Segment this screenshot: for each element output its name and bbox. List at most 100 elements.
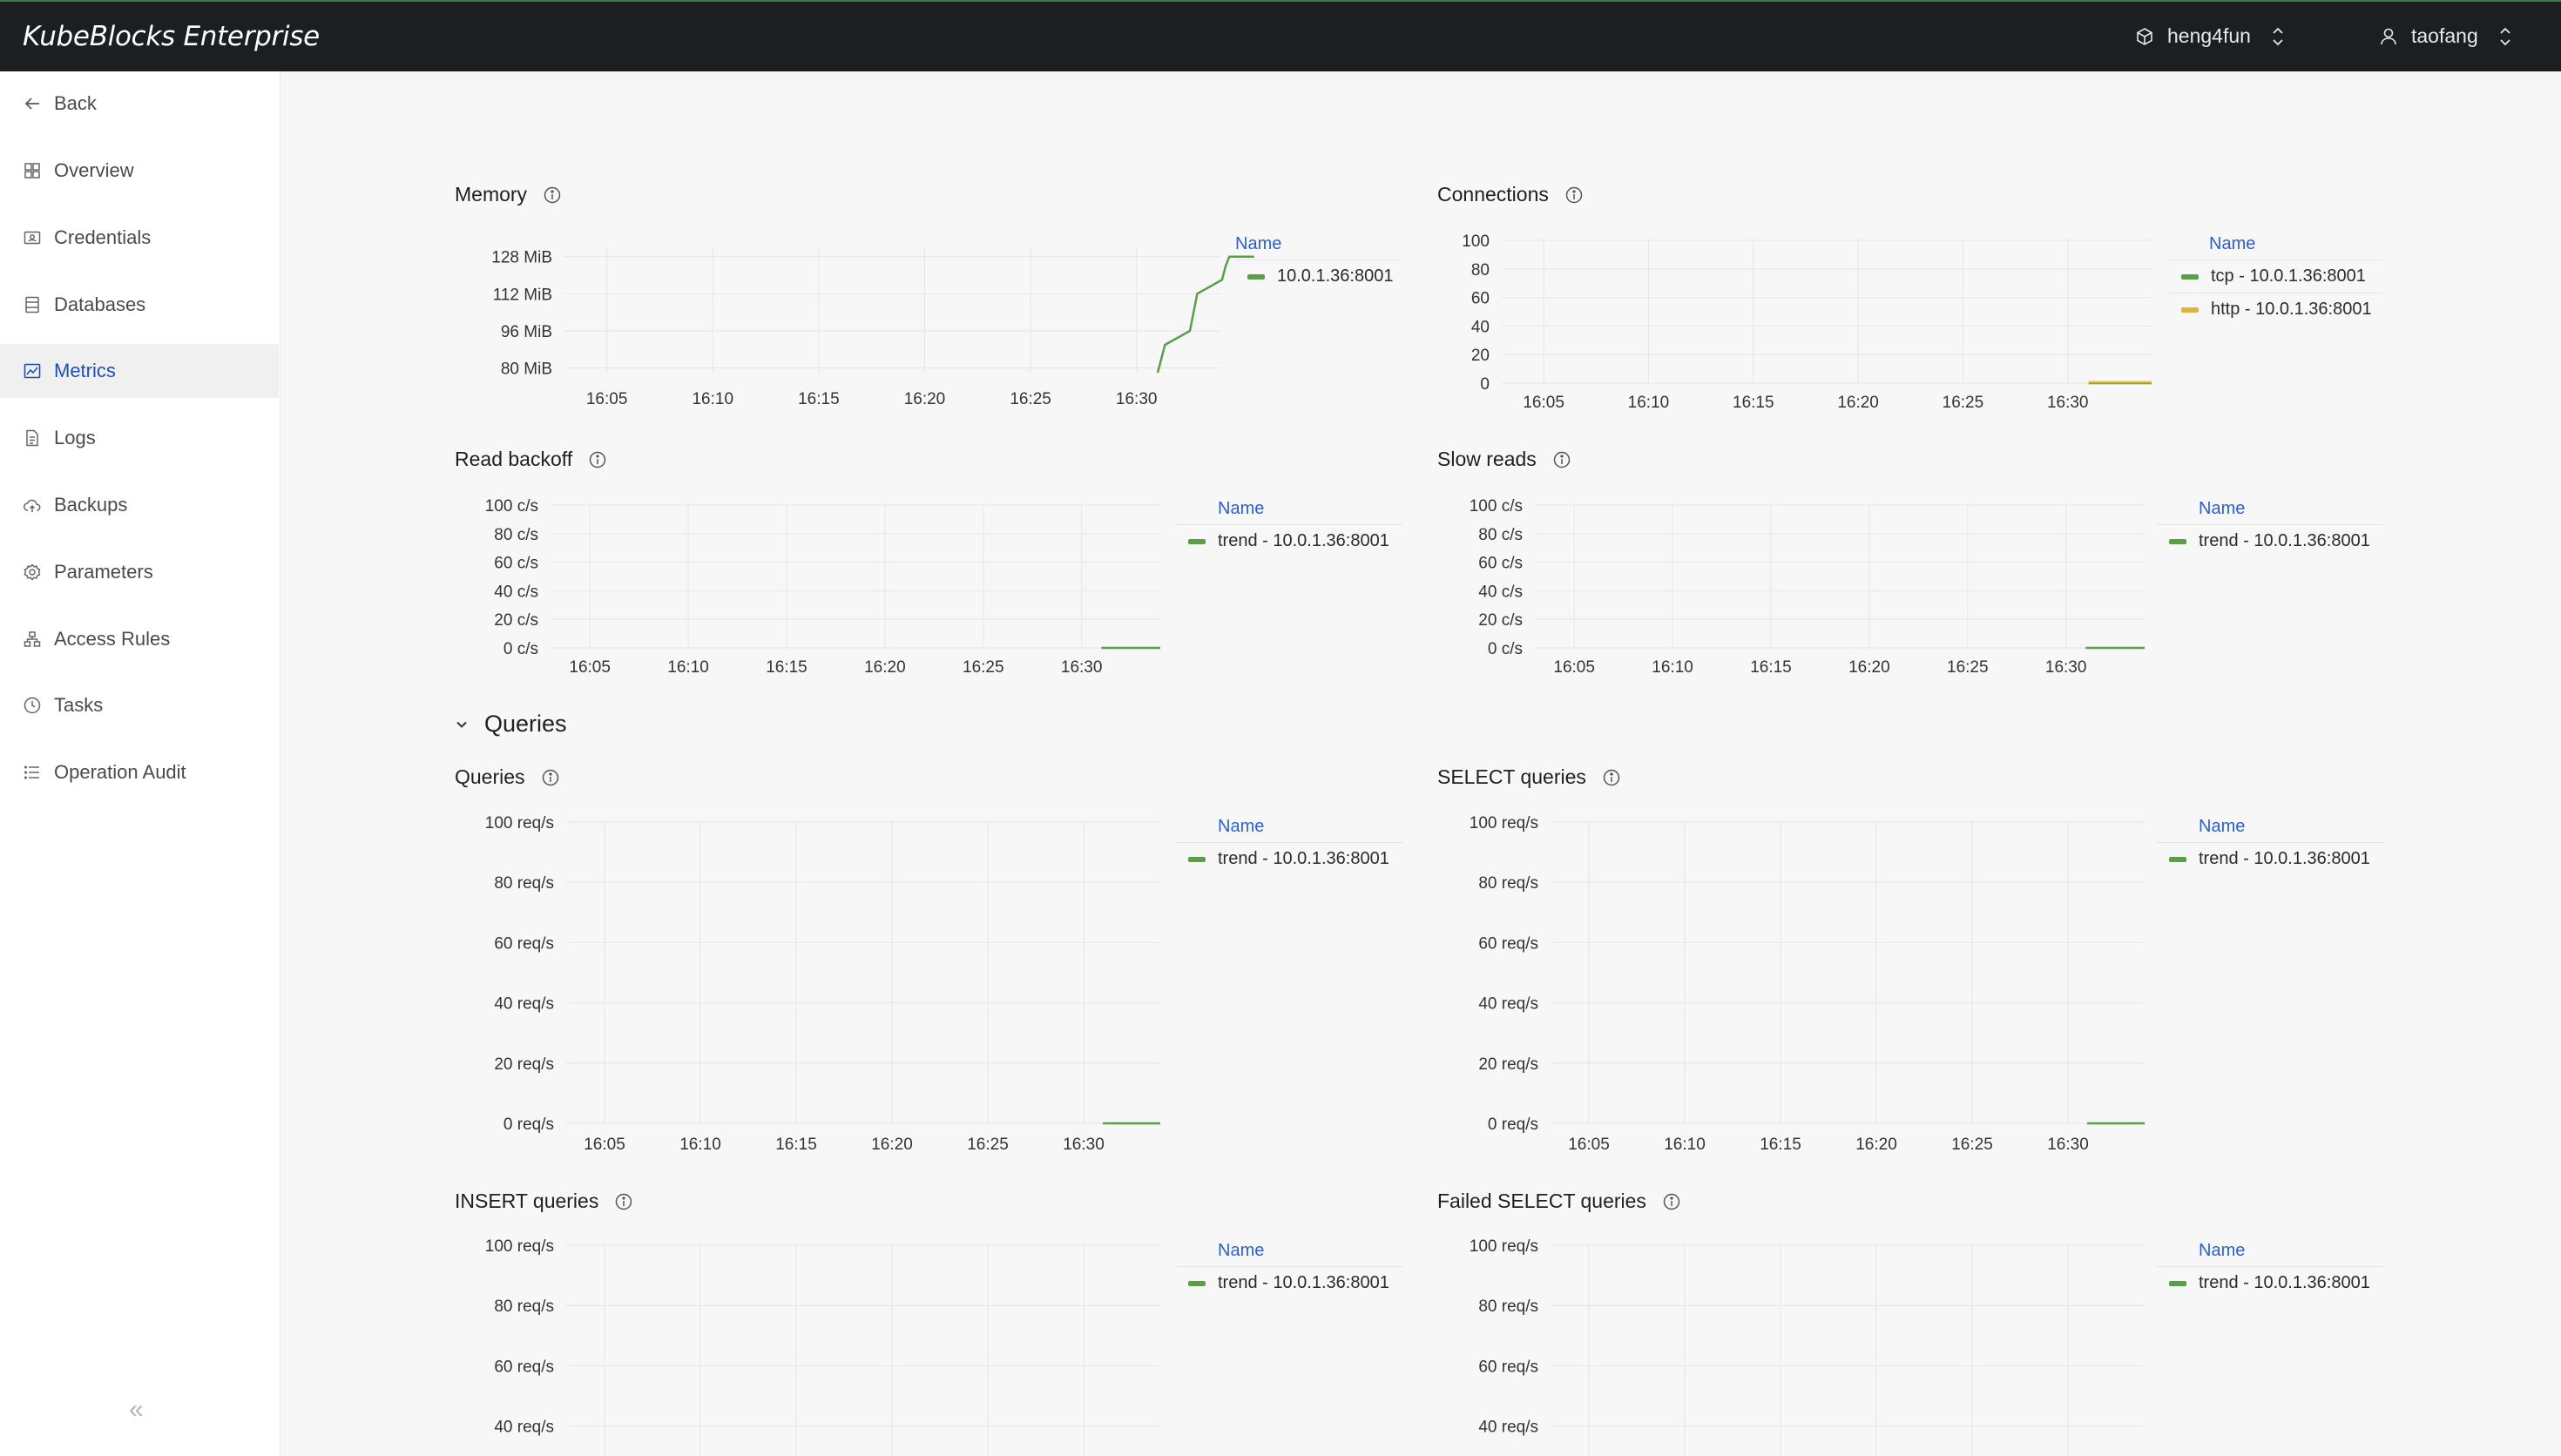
cube-icon	[2137, 27, 2152, 45]
legend-item[interactable]: trend - 10.0.1.36:8001	[2157, 524, 2383, 557]
legend-item[interactable]: trend - 10.0.1.36:8001	[1176, 524, 1402, 557]
x-tick-label: 16:25	[1951, 1136, 1993, 1154]
sidebar-item-label: Databases	[54, 293, 146, 315]
sidebar-item-label: Access Rules	[54, 628, 171, 650]
chevron-up-down-icon	[2500, 27, 2510, 45]
y-tick-label: 40 req/s	[1478, 995, 1538, 1014]
series-swatch	[2169, 1280, 2186, 1286]
sidebar-item-logs[interactable]: Logs	[0, 411, 279, 465]
x-tick-label: 16:20	[1855, 1136, 1897, 1154]
legend-header: Name	[2199, 499, 2246, 518]
sidebar-item-credentials[interactable]: Credentials	[0, 211, 279, 265]
org-name: heng4fun	[2167, 24, 2251, 47]
document-icon	[26, 429, 38, 447]
y-tick-label: 40 c/s	[1478, 583, 1523, 601]
legend-header: Name	[2199, 817, 2246, 836]
section-toggle-queries[interactable]: Queries	[455, 711, 567, 738]
y-tick-label: 80 req/s	[494, 1298, 554, 1316]
y-tick-label: 0 c/s	[503, 640, 538, 658]
panel-title-text: INSERT queries	[455, 1190, 599, 1212]
panel-title-failed-select: Failed SELECT queries	[1437, 1190, 1681, 1213]
section-title-text: Queries	[484, 711, 567, 737]
sidebar-item-metrics[interactable]: Metrics	[0, 344, 279, 398]
legend-label: trend - 10.0.1.36:8001	[1218, 849, 1389, 868]
gear-icon	[24, 563, 41, 581]
legend-connections: Name tcp - 10.0.1.36:8001 http - 10.0.1.…	[2169, 228, 2383, 326]
x-tick-label: 16:10	[692, 390, 733, 408]
back-link[interactable]: Back	[0, 77, 279, 131]
series-swatch	[2181, 307, 2199, 313]
x-tick-label: 16:20	[871, 1136, 913, 1154]
sidebar-item-backups[interactable]: Backups	[0, 478, 279, 532]
queries-chart[interactable]: 100 req/s 80 req/s 60 req/s 40 req/s 20 req/…	[453, 812, 1167, 1160]
y-tick-label: 80 req/s	[1478, 1298, 1538, 1316]
legend-item[interactable]: trend - 10.0.1.36:8001	[2157, 1266, 2383, 1299]
series-swatch	[2181, 273, 2199, 280]
x-tick-label: 16:15	[1760, 1136, 1801, 1154]
panel-title-connections: Connections	[1437, 183, 1584, 206]
info-icon[interactable]	[1552, 450, 1571, 469]
insert-queries-chart[interactable]: 100 req/s 80 req/s 60 req/s 40 req/s	[453, 1235, 1167, 1456]
x-tick-label: 16:30	[1116, 390, 1158, 408]
legend-read-backoff: Name trend - 10.0.1.36:8001	[1176, 493, 1402, 557]
sidebar-item-operation-audit[interactable]: Operation Audit	[0, 745, 279, 799]
panel-title-select-queries: SELECT queries	[1437, 765, 1621, 789]
legend-slow-reads: Name trend - 10.0.1.36:8001	[2157, 493, 2383, 557]
sidebar-item-parameters[interactable]: Parameters	[0, 545, 279, 599]
y-tick-label: 0	[1480, 375, 1490, 394]
legend-item[interactable]: http - 10.0.1.36:8001	[2169, 293, 2383, 326]
sidebar-item-label: Metrics	[54, 360, 116, 381]
user-name: taofang	[2411, 24, 2478, 47]
sidebar-item-databases[interactable]: Databases	[0, 278, 279, 332]
y-tick-label: 40 req/s	[494, 995, 554, 1014]
panel-title-slow-reads: Slow reads	[1437, 448, 1571, 471]
org-switcher[interactable]: heng4fun	[2134, 24, 2286, 48]
cloud-upload-icon	[24, 499, 41, 512]
legend-item[interactable]: trend - 10.0.1.36:8001	[2157, 842, 2383, 875]
chevron-up-down-icon	[2273, 27, 2283, 45]
legend-item[interactable]: trend - 10.0.1.36:8001	[1176, 842, 1402, 875]
sidebar-item-label: Logs	[54, 427, 96, 448]
legend-item[interactable]: trend - 10.0.1.36:8001	[1176, 1266, 1402, 1299]
panel-title-queries: Queries	[455, 765, 560, 789]
grid-icon	[24, 163, 40, 179]
series-swatch	[1188, 538, 1206, 544]
legend-header: Name	[1218, 499, 1265, 518]
select-queries-chart[interactable]: 100 req/s 80 req/s 60 req/s 40 req/s 20 req/…	[1437, 812, 2152, 1160]
legend-memory: Name 10.0.1.36:8001	[1235, 228, 1401, 293]
x-tick-label: 16:25	[1010, 390, 1051, 408]
legend-item[interactable]: tcp - 10.0.1.36:8001	[2169, 260, 2383, 293]
y-tick-label: 20 c/s	[1478, 611, 1523, 630]
back-label: Back	[54, 92, 97, 114]
sidebar-item-tasks[interactable]: Tasks	[0, 678, 279, 732]
panel-title-text: Slow reads	[1437, 448, 1537, 470]
collapse-sidebar-button[interactable]: «	[129, 1395, 144, 1425]
sidebar-item-access-rules[interactable]: Access Rules	[0, 612, 279, 666]
connections-chart[interactable]: 100 80 60 40 20 0 16:05 16:10 16:15 16:20 16:25 16:…	[1437, 233, 2169, 416]
app-logo[interactable]: KubeBlocks Enterprise	[23, 21, 320, 52]
x-tick-label: 16:05	[1568, 1136, 1610, 1154]
legend-item[interactable]: 10.0.1.36:8001	[1235, 260, 1401, 293]
network-icon	[24, 631, 41, 647]
failed-select-chart[interactable]: 100 req/s 80 req/s 60 req/s 40 req/s	[1437, 1235, 2152, 1456]
y-tick-label: 0 c/s	[1488, 640, 1523, 658]
y-tick-label: 60 c/s	[1478, 555, 1523, 573]
info-icon[interactable]	[543, 185, 562, 205]
info-icon[interactable]	[541, 768, 560, 787]
legend-header: Name	[1218, 1241, 1265, 1260]
read-backoff-chart[interactable]: 100 c/s 80 c/s 60 c/s 40 c/s 20 c/s 0 c/s 16:0…	[453, 496, 1167, 679]
y-tick-label: 20 c/s	[494, 611, 538, 630]
memory-chart[interactable]: 128 MiB 112 MiB 96 MiB 80 MiB 16:05 16:10 16:1…	[453, 233, 1254, 416]
x-tick-label: 16:05	[569, 658, 611, 677]
info-icon[interactable]	[1564, 185, 1584, 205]
series-swatch	[2169, 856, 2186, 862]
user-menu[interactable]: taofang	[2378, 24, 2513, 48]
slow-reads-chart[interactable]: 100 c/s 80 c/s 60 c/s 40 c/s 20 c/s 0 c/s 16:0…	[1437, 496, 2152, 679]
legend-select-queries: Name trend - 10.0.1.36:8001	[2157, 811, 2383, 875]
info-icon[interactable]	[588, 450, 607, 469]
info-icon[interactable]	[1602, 768, 1621, 787]
x-tick-label: 16:05	[584, 1136, 625, 1154]
info-icon[interactable]	[1662, 1192, 1681, 1211]
sidebar-item-overview[interactable]: Overview	[0, 144, 279, 198]
info-icon[interactable]	[614, 1192, 633, 1211]
